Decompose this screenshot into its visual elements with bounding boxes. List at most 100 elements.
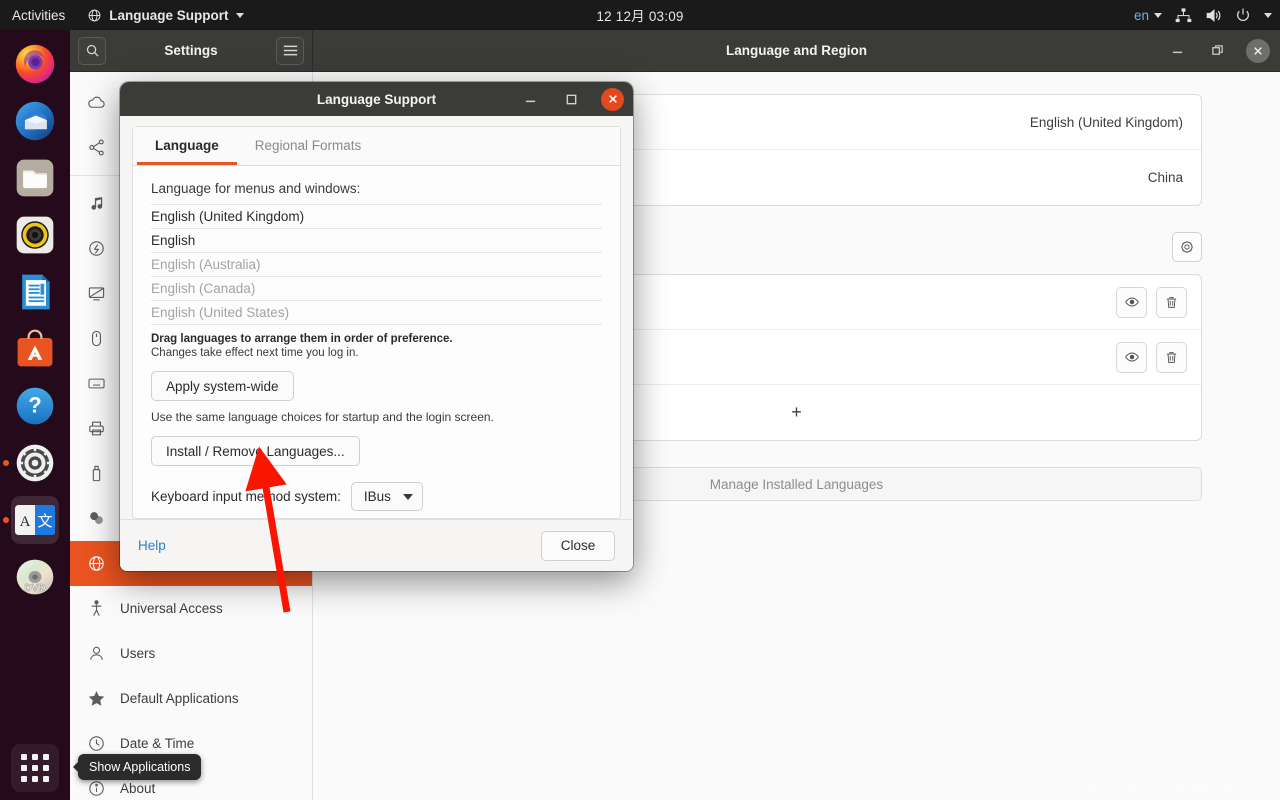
grid-dot xyxy=(43,754,49,760)
info-icon xyxy=(86,779,106,798)
language-tab-body: Language for menus and windows: English … xyxy=(133,166,620,518)
dialog-tabs: Language Regional Formats xyxy=(133,127,620,166)
globe-icon xyxy=(86,554,106,573)
dock-item-language-support[interactable]: A 文 xyxy=(11,496,59,544)
thunderbird-icon xyxy=(13,99,57,143)
svg-text:文: 文 xyxy=(37,513,52,530)
show-applications-button[interactable] xyxy=(11,744,59,792)
grid-dot xyxy=(43,765,49,771)
dock-item-libreoffice-writer[interactable] xyxy=(11,268,59,316)
language-support-icon: A 文 xyxy=(15,505,55,535)
help-link[interactable]: Help xyxy=(138,538,166,553)
apply-system-wide-button[interactable]: Apply system-wide xyxy=(151,371,294,401)
settings-header-right: Language and Region xyxy=(313,30,1280,71)
main-menu-button[interactable] xyxy=(276,36,304,65)
list-item[interactable]: English (United States) xyxy=(151,301,602,325)
network-icon[interactable] xyxy=(1175,7,1192,23)
settings-title: Settings xyxy=(164,43,218,58)
settings-gear-icon xyxy=(13,441,57,485)
svg-text:?: ? xyxy=(28,392,41,417)
keyboard-layout-label: en xyxy=(1133,7,1149,23)
dock-item-dvd-drive[interactable]: DVD xyxy=(11,553,59,601)
activities-button[interactable]: Activities xyxy=(0,8,79,23)
chevron-down-icon xyxy=(235,12,244,18)
input-method-row: Keyboard input method system: IBus xyxy=(151,482,602,511)
dock-item-settings[interactable] xyxy=(11,439,59,487)
eye-icon[interactable] xyxy=(1116,286,1147,318)
color-icon xyxy=(86,509,106,528)
sidebar-item-universal-access[interactable]: Universal Access xyxy=(70,586,312,631)
maximize-icon[interactable] xyxy=(560,88,582,110)
settings-header-left: Settings xyxy=(70,30,313,71)
language-preference-list[interactable]: English (United Kingdom) English English… xyxy=(151,204,602,325)
app-menu-button[interactable]: Language Support xyxy=(79,8,251,23)
cloud-icon xyxy=(86,93,106,112)
trash-icon[interactable] xyxy=(1156,341,1187,373)
dialog-content: Language Regional Formats Language for m… xyxy=(120,116,633,519)
tab-language[interactable]: Language xyxy=(137,127,237,165)
grid-dot xyxy=(32,776,38,782)
language-support-dialog: Language Support Language Regional Forma… xyxy=(120,82,633,571)
manage-installed-languages-label: Manage Installed Languages xyxy=(709,476,884,492)
svg-text:DVD: DVD xyxy=(24,583,45,594)
tab-regional-formats[interactable]: Regional Formats xyxy=(237,127,380,165)
install-remove-languages-button[interactable]: Install / Remove Languages... xyxy=(151,436,360,466)
close-icon[interactable] xyxy=(1246,38,1270,63)
dock-item-help[interactable]: ? xyxy=(11,382,59,430)
restore-icon[interactable] xyxy=(1206,40,1228,62)
show-applications-tooltip: Show Applications xyxy=(78,754,202,780)
globe-icon xyxy=(87,8,102,23)
help-icon: ? xyxy=(13,384,57,428)
sidebar-item-default-applications[interactable]: Default Applications xyxy=(70,676,312,721)
dialog-notebook: Language Regional Formats Language for m… xyxy=(132,126,621,519)
list-item[interactable]: English (Canada) xyxy=(151,277,602,301)
dock-item-ubuntu-software[interactable] xyxy=(11,325,59,373)
watermark: https://blog.csdn.net/qq_43473694 xyxy=(1076,778,1268,792)
power-icon[interactable] xyxy=(1235,7,1251,23)
dock-item-files[interactable] xyxy=(11,154,59,202)
user-icon xyxy=(86,644,106,663)
plus-icon: + xyxy=(791,402,802,422)
keyboard-layout-indicator[interactable]: en xyxy=(1134,8,1162,23)
files-icon xyxy=(13,156,57,200)
dialog-window-controls xyxy=(519,87,624,111)
login-hint: Changes take effect next time you log in… xyxy=(151,347,359,359)
list-item[interactable]: English (Australia) xyxy=(151,253,602,277)
volume-icon[interactable] xyxy=(1205,8,1222,23)
dock-item-rhythmbox[interactable] xyxy=(11,211,59,259)
formats-value: China xyxy=(1147,170,1183,185)
power-circle-icon xyxy=(86,239,106,258)
dock-item-firefox[interactable] xyxy=(11,40,59,88)
firefox-icon xyxy=(13,42,57,86)
list-item[interactable]: English (United Kingdom) xyxy=(151,205,602,229)
chevron-down-icon[interactable] xyxy=(1264,12,1272,18)
dialog-titlebar: Language Support xyxy=(120,82,633,116)
keyboard-icon xyxy=(86,374,106,393)
dock-item-thunderbird[interactable] xyxy=(11,97,59,145)
usb-icon xyxy=(86,464,106,483)
search-button[interactable] xyxy=(78,36,106,65)
list-item[interactable]: English xyxy=(151,229,602,253)
chevron-down-icon xyxy=(1154,12,1162,18)
eye-icon[interactable] xyxy=(1116,341,1147,373)
sidebar-item-label: Users xyxy=(120,646,156,661)
sidebar-item-label: Default Applications xyxy=(120,691,239,706)
close-button[interactable]: Close xyxy=(541,530,615,561)
trash-icon[interactable] xyxy=(1156,286,1187,318)
settings-headerbar: Settings Language and Region xyxy=(70,30,1280,72)
dialog-footer: Help Close xyxy=(120,519,633,571)
input-method-select[interactable]: IBus xyxy=(350,482,423,511)
settings-window-controls xyxy=(1166,38,1270,63)
sidebar-item-label: About xyxy=(120,781,156,796)
accessibility-icon xyxy=(86,599,106,618)
grid-dot xyxy=(21,754,27,760)
page-title: Language and Region xyxy=(725,43,867,58)
hamburger-menu-icon xyxy=(283,44,298,57)
minimize-icon[interactable] xyxy=(1166,40,1188,62)
sidebar-item-users[interactable]: Users xyxy=(70,631,312,676)
minimize-icon[interactable] xyxy=(519,88,541,110)
drag-hint: Drag languages to arrange them in order … xyxy=(151,333,453,345)
input-source-options-button[interactable] xyxy=(1172,232,1202,262)
star-icon xyxy=(86,689,106,708)
close-icon[interactable] xyxy=(601,87,624,111)
